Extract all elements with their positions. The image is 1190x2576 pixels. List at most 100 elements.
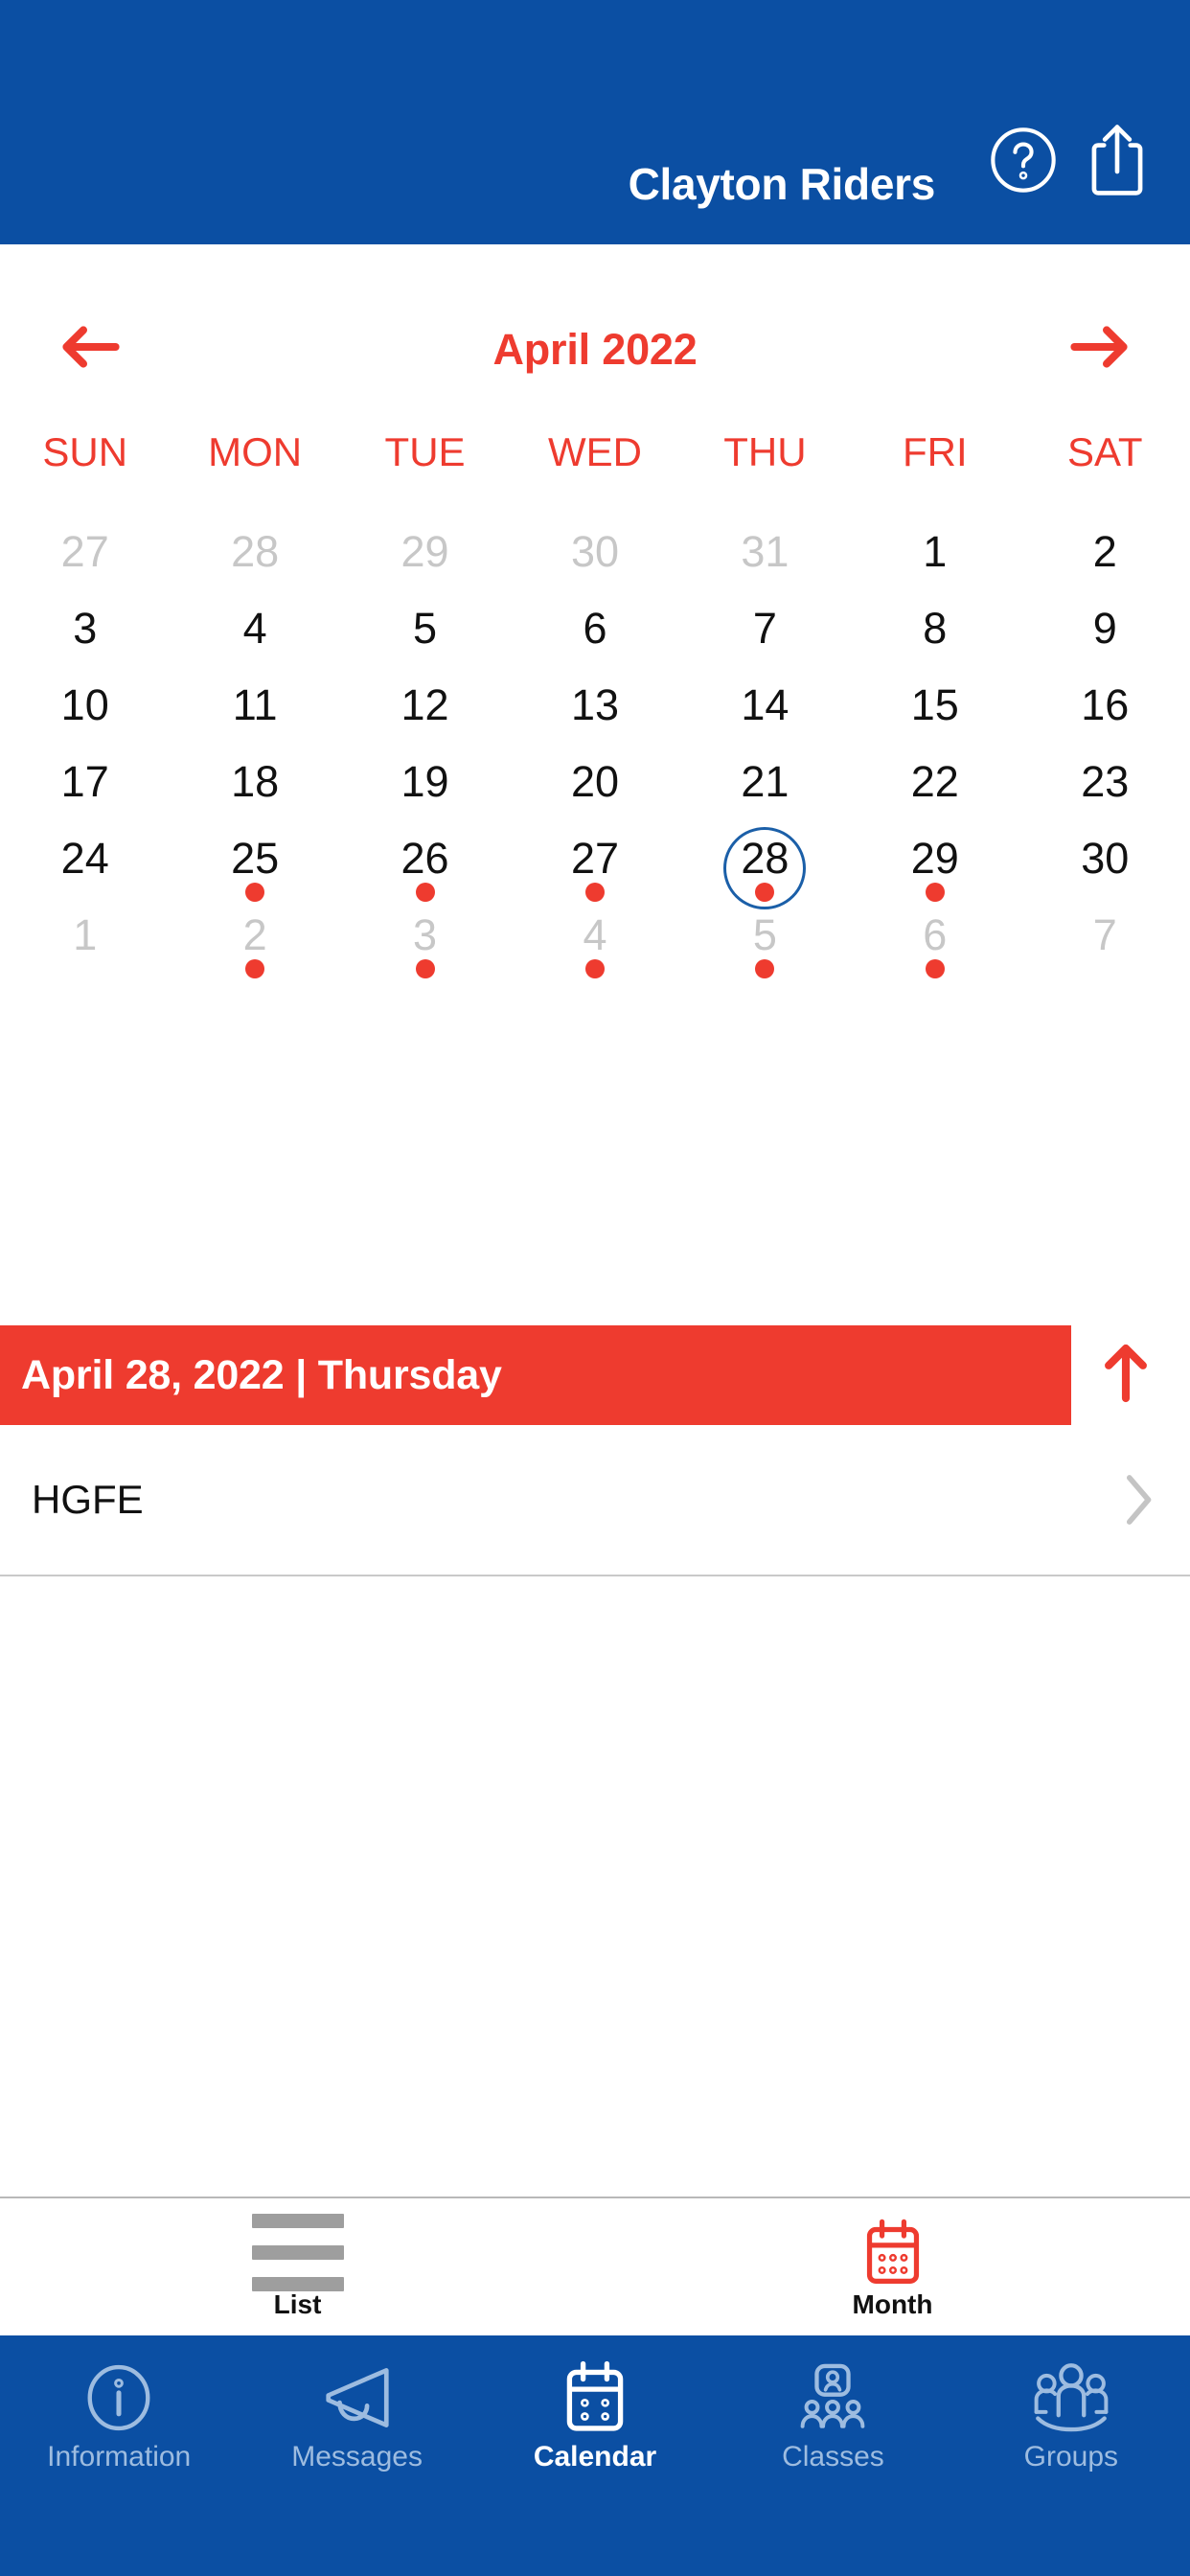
classroom-icon: [796, 2360, 869, 2435]
view-toggle-list[interactable]: List: [0, 2198, 595, 2335]
calendar-day-cell[interactable]: 20: [510, 752, 679, 829]
calendar-day-cell[interactable]: 17: [0, 752, 170, 829]
weekday-label-mon: MON: [208, 429, 303, 474]
calendar-day-cell[interactable]: 4: [510, 906, 679, 982]
selected-date-text: April 28, 2022 | Thursday: [21, 1351, 502, 1398]
calendar-day-number: 16: [1081, 680, 1130, 729]
calendar-day-cell[interactable]: 15: [850, 676, 1019, 752]
next-month-button[interactable]: [1046, 307, 1152, 393]
calendar-day-number: 7: [752, 604, 777, 653]
tab-classes-label: Classes: [782, 2441, 884, 2472]
collapse-agenda-button[interactable]: [1083, 1335, 1169, 1415]
event-indicator-dot: [245, 959, 265, 978]
calendar-day-number: 22: [910, 757, 959, 806]
calendar-day-cell[interactable]: 22: [850, 752, 1019, 829]
calendar-day-cell[interactable]: 2: [1020, 522, 1190, 599]
calendar-day-cell[interactable]: 26: [340, 829, 510, 906]
weekday-label-sat: SAT: [1066, 429, 1143, 474]
calendar-day-cell[interactable]: 8: [850, 599, 1019, 676]
event-indicator-dot: [755, 883, 775, 902]
calendar-day-cell[interactable]: 2: [170, 906, 339, 982]
calendar-day-cell[interactable]: 28: [170, 522, 339, 599]
calendar-day-number: 5: [752, 910, 777, 959]
view-toggle-list-label: List: [273, 2288, 322, 2319]
calendar-day-cell[interactable]: 29: [340, 522, 510, 599]
calendar-day-cell[interactable]: 1: [850, 522, 1019, 599]
calendar-grid: 27 28 29 30 31 1 2 3 4 5 6 7 8 9 10 11 12 13 14 15 16 17 18 19 2…: [0, 522, 1190, 982]
calendar-day-number: 25: [231, 834, 280, 883]
app-header: Clayton Riders: [0, 0, 1190, 244]
chevron-right-icon: [1113, 1471, 1161, 1529]
calendar-day-cell[interactable]: 30: [1020, 829, 1190, 906]
event-indicator-dot: [415, 883, 435, 902]
calendar-day-cell[interactable]: 13: [510, 676, 679, 752]
weekday-label-tue: TUE: [384, 429, 466, 474]
view-toggle-month-label: Month: [852, 2288, 933, 2319]
calendar-day-cell[interactable]: 31: [680, 522, 850, 599]
calendar-week-row: 3 4 5 6 7 8 9: [0, 599, 1190, 676]
calendar-week-row: 24 25 26 27 28 29 30: [0, 827, 1190, 909]
calendar-day-cell[interactable]: 27: [510, 829, 679, 906]
calendar-day-cell[interactable]: 6: [850, 906, 1019, 982]
calendar-day-cell[interactable]: 1: [0, 906, 170, 982]
calendar-day-cell[interactable]: 16: [1020, 676, 1190, 752]
calendar-day-number: 6: [583, 604, 607, 653]
calendar-day-number: 1: [73, 910, 98, 959]
calendar-day-cell[interactable]: 30: [510, 522, 679, 599]
tab-groups-label: Groups: [1023, 2441, 1119, 2472]
calendar-day-number: 2: [1092, 527, 1117, 576]
calendar-day-number: 6: [923, 910, 948, 959]
calendar-day-cell[interactable]: 5: [340, 599, 510, 676]
tab-classes[interactable]: Classes: [714, 2360, 951, 2473]
calendar-day-cell[interactable]: 10: [0, 676, 170, 752]
tab-calendar-label: Calendar: [533, 2441, 657, 2472]
calendar-day-number: 20: [570, 757, 619, 806]
tab-information[interactable]: Information: [0, 2360, 238, 2473]
list-item[interactable]: HGFE: [0, 1425, 1190, 1576]
calendar-day-cell[interactable]: 18: [170, 752, 339, 829]
tab-groups[interactable]: Groups: [952, 2360, 1190, 2473]
calendar-day-number: 2: [242, 910, 267, 959]
calendar-day-cell[interactable]: 3: [340, 906, 510, 982]
calendar-day-cell[interactable]: 24: [0, 829, 170, 906]
tab-messages-label: Messages: [291, 2441, 423, 2472]
calendar-day-cell[interactable]: 6: [510, 599, 679, 676]
calendar-day-cell[interactable]: 19: [340, 752, 510, 829]
event-indicator-dot: [584, 959, 605, 978]
calendar-day-number: 18: [231, 757, 280, 806]
calendar-day-cell[interactable]: 25: [170, 829, 339, 906]
calendar-day-cell[interactable]: 11: [170, 676, 339, 752]
calendar-day-cell[interactable]: 7: [680, 599, 850, 676]
weekday-label-wed: WED: [547, 429, 642, 474]
help-button[interactable]: [979, 118, 1067, 206]
calendar-day-cell[interactable]: 4: [170, 599, 339, 676]
calendar-day-cell[interactable]: 14: [680, 676, 850, 752]
calendar-day-number: 30: [1081, 834, 1130, 883]
prev-month-button[interactable]: [38, 307, 144, 393]
list-icon: [251, 2214, 344, 2291]
share-icon: [1084, 119, 1151, 206]
calendar-day-cell[interactable]: 29: [850, 829, 1019, 906]
calendar-day-cell[interactable]: 28: [680, 827, 850, 909]
calendar-week-row: 1 2 3 4 5 6 7: [0, 906, 1190, 982]
calendar-week-row: 27 28 29 30 31 1 2: [0, 522, 1190, 599]
view-toggle-month[interactable]: Month: [595, 2198, 1190, 2335]
calendar-day-cell[interactable]: 9: [1020, 599, 1190, 676]
calendar-day-cell[interactable]: 27: [0, 522, 170, 599]
calendar-day-cell[interactable]: 7: [1020, 906, 1190, 982]
page-title: Clayton Riders: [628, 159, 936, 209]
current-month-label: April 2022: [492, 324, 698, 374]
calendar-day-number: 4: [583, 910, 607, 959]
calendar-day-cell[interactable]: 3: [0, 599, 170, 676]
help-circle-icon: [987, 124, 1060, 201]
share-button[interactable]: [1073, 118, 1161, 206]
event-indicator-dot: [925, 959, 945, 978]
calendar-day-cell[interactable]: 12: [340, 676, 510, 752]
calendar-day-cell[interactable]: 5: [680, 906, 850, 982]
calendar-day-cell[interactable]: 21: [680, 752, 850, 829]
tab-messages[interactable]: Messages: [238, 2360, 475, 2473]
tab-calendar[interactable]: Calendar: [476, 2360, 714, 2473]
calendar-day-number: 3: [73, 604, 98, 653]
calendar-day-number: 23: [1081, 757, 1130, 806]
calendar-day-cell[interactable]: 23: [1020, 752, 1190, 829]
